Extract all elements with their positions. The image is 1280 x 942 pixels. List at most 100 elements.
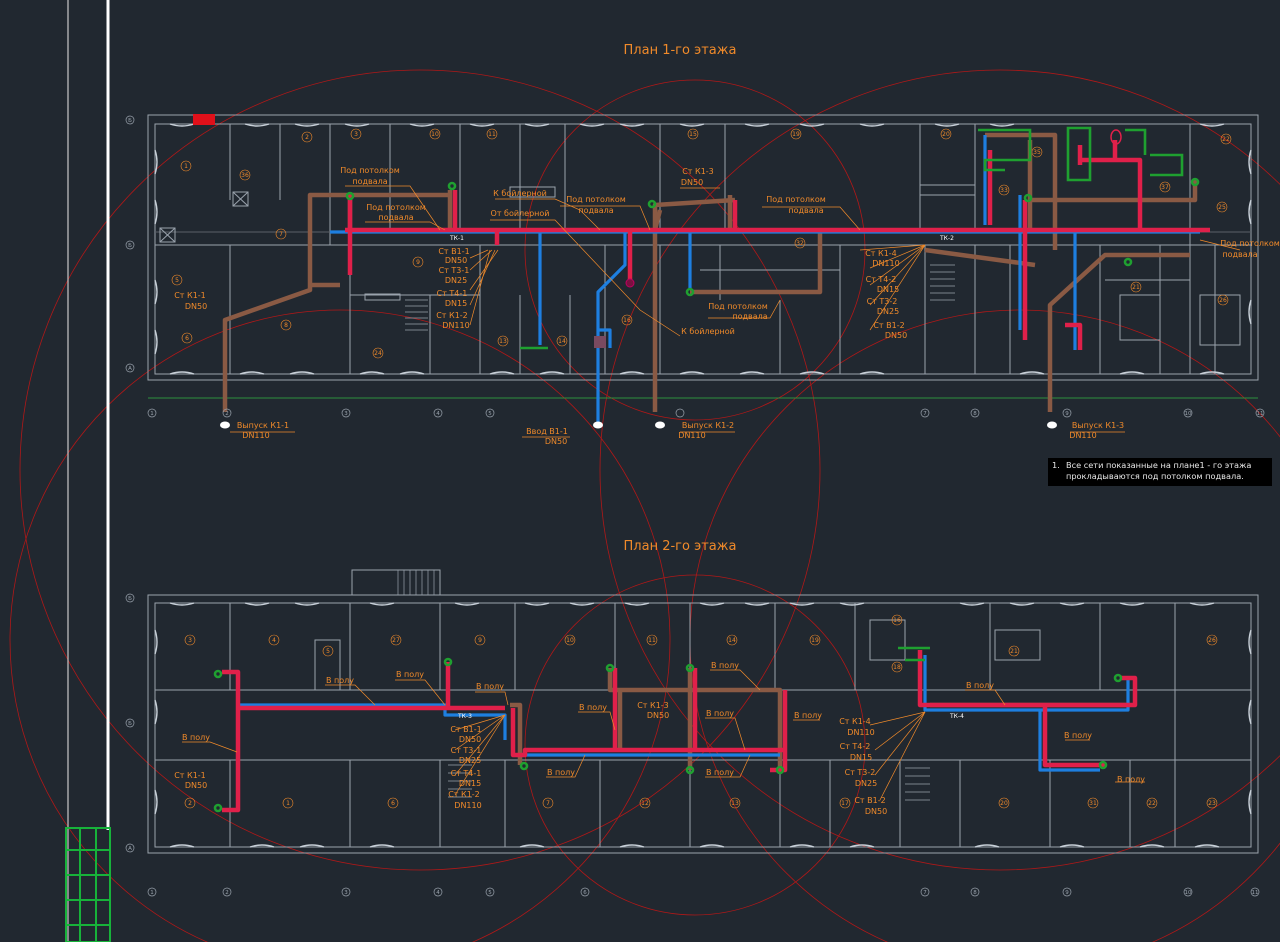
svg-text:Ст К1-4: Ст К1-4 — [839, 717, 871, 726]
svg-text:Ст Т3-1: Ст Т3-1 — [439, 266, 470, 275]
svg-text:8: 8 — [973, 890, 977, 896]
room-number: 8 — [280, 319, 292, 331]
svg-text:31: 31 — [1089, 800, 1097, 807]
svg-text:9: 9 — [416, 259, 420, 266]
svg-text:Под потолком: Под потолком — [1220, 239, 1280, 248]
svg-text:4: 4 — [436, 890, 440, 896]
svg-text:DN50: DN50 — [185, 302, 207, 311]
svg-text:10: 10 — [566, 637, 574, 644]
svg-text:DN15: DN15 — [445, 299, 467, 308]
svg-text:В полу: В полу — [711, 661, 739, 670]
floor1-plan — [147, 114, 1259, 399]
room-number: 31 — [1087, 797, 1099, 809]
svg-text:Б: Б — [128, 243, 132, 249]
svg-text:Выпуск К1-3: Выпуск К1-3 — [1072, 421, 1124, 430]
svg-text:DN15: DN15 — [850, 753, 872, 762]
svg-text:подвала: подвала — [352, 177, 387, 186]
svg-text:Ст Т3-1: Ст Т3-1 — [451, 746, 482, 755]
svg-text:16: 16 — [893, 617, 901, 624]
svg-text:3: 3 — [344, 411, 348, 417]
room-number: 10 — [564, 634, 576, 646]
room-number: 13 — [497, 335, 509, 347]
floor1-outline — [147, 114, 1259, 381]
svg-text:DN50: DN50 — [865, 807, 887, 816]
svg-text:Ст В1-2: Ст В1-2 — [854, 796, 885, 805]
svg-text:37: 37 — [1161, 184, 1169, 191]
svg-text:33: 33 — [1000, 187, 1008, 194]
svg-text:7: 7 — [923, 411, 927, 417]
svg-text:23: 23 — [1208, 800, 1216, 807]
room-number: 6 — [387, 797, 399, 809]
svg-text:19: 19 — [792, 131, 800, 138]
room-number: 5 — [322, 645, 334, 657]
svg-text:DN15: DN15 — [877, 285, 899, 294]
room-number: 23 — [1206, 797, 1218, 809]
note-line-1: Все сети показанные на плане1 - го этажа — [1066, 460, 1252, 470]
svg-text:32: 32 — [796, 240, 804, 247]
svg-text:25: 25 — [1218, 204, 1226, 211]
svg-text:4: 4 — [272, 637, 276, 644]
svg-text:4: 4 — [436, 411, 440, 417]
svg-text:В полу: В полу — [706, 709, 734, 718]
green-frame — [65, 827, 111, 942]
svg-text:Б: Б — [128, 596, 132, 602]
svg-text:подвала: подвала — [732, 312, 767, 321]
room-number: 19 — [809, 634, 821, 646]
room-number: 11 — [486, 128, 498, 140]
room-number: 35 — [1031, 146, 1043, 158]
svg-text:Ст Т4-2: Ст Т4-2 — [866, 275, 897, 284]
room-number: 14 — [556, 335, 568, 347]
svg-text:В полу: В полу — [547, 768, 575, 777]
svg-text:Б: Б — [128, 721, 132, 727]
room-number: 37 — [1159, 181, 1171, 193]
svg-text:1: 1 — [286, 800, 290, 807]
svg-text:5: 5 — [488, 890, 492, 896]
svg-text:16: 16 — [623, 317, 631, 324]
svg-text:10: 10 — [431, 131, 439, 138]
svg-text:DN25: DN25 — [855, 779, 877, 788]
floor2-outline — [147, 594, 1259, 854]
svg-text:36: 36 — [241, 172, 249, 179]
svg-text:DN25: DN25 — [877, 307, 899, 316]
floor2-pipes-t — [222, 650, 1138, 813]
svg-text:10: 10 — [1185, 890, 1192, 896]
svg-text:6: 6 — [185, 335, 189, 342]
room-number: 1 — [180, 160, 192, 172]
svg-text:12: 12 — [641, 800, 649, 807]
svg-text:Под потолком: Под потолком — [766, 195, 826, 204]
svg-text:Ст Т4-1: Ст Т4-1 — [437, 289, 468, 298]
room-number: 22 — [1146, 797, 1158, 809]
room-number: 15 — [687, 128, 699, 140]
svg-text:11: 11 — [1257, 411, 1264, 417]
red-marker — [193, 114, 215, 125]
svg-text:В полу: В полу — [1117, 775, 1145, 784]
svg-text:Б: Б — [128, 118, 132, 124]
svg-text:От бойлерной: От бойлерной — [491, 209, 550, 218]
svg-text:ТК-4: ТК-4 — [949, 713, 964, 720]
riser-marker — [625, 278, 635, 288]
svg-text:В полу: В полу — [579, 703, 607, 712]
svg-text:В полу: В полу — [794, 711, 822, 720]
svg-text:DN50: DN50 — [185, 781, 207, 790]
floor2-title: План 2-го этажа — [624, 539, 737, 554]
svg-text:Под потолком: Под потолком — [566, 195, 626, 204]
svg-text:А: А — [128, 846, 132, 852]
svg-text:18: 18 — [893, 664, 901, 671]
svg-text:3: 3 — [188, 637, 192, 644]
room-number: 36 — [239, 169, 251, 181]
room-number: 16 — [891, 614, 903, 626]
svg-text:подвала: подвала — [1222, 250, 1257, 259]
room-number: 26 — [1206, 634, 1218, 646]
room-number: 5 — [171, 274, 183, 286]
room-number: 17 — [839, 797, 851, 809]
svg-text:10: 10 — [1185, 411, 1192, 417]
svg-text:22: 22 — [1148, 800, 1156, 807]
room-number: 20 — [940, 128, 952, 140]
svg-text:2: 2 — [188, 800, 192, 807]
room-number: 3 — [184, 634, 196, 646]
svg-text:13: 13 — [499, 338, 507, 345]
svg-text:DN50: DN50 — [885, 331, 907, 340]
svg-text:Выпуск К1-2: Выпуск К1-2 — [682, 421, 734, 430]
room-number: 26 — [1217, 294, 1229, 306]
svg-text:Ст Т4-1: Ст Т4-1 — [451, 769, 482, 778]
